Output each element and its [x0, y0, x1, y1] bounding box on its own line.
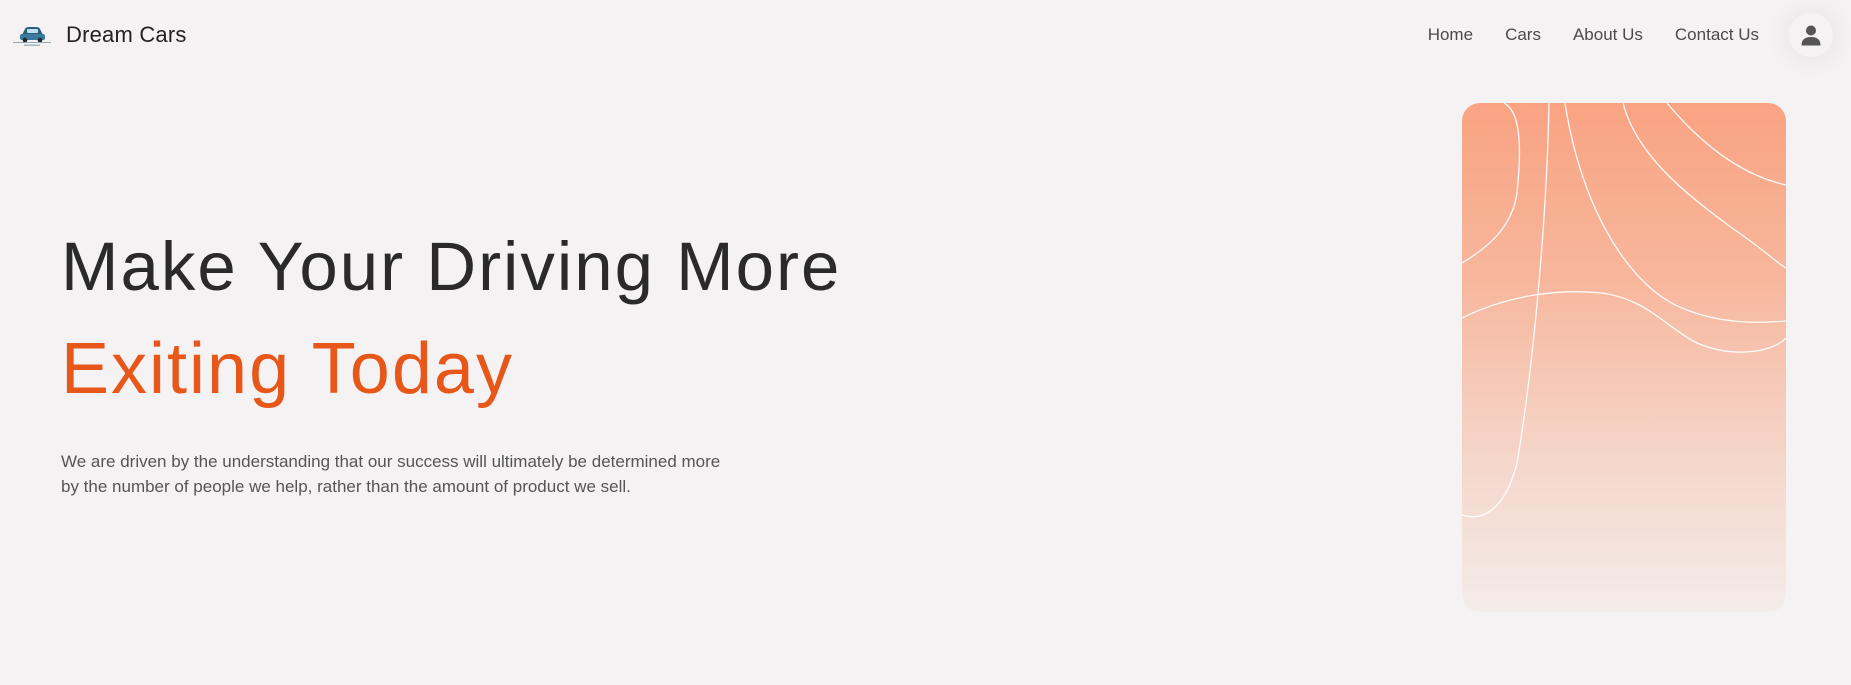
brand-name: Dream Cars	[66, 22, 187, 47]
decorative-wave-lines	[1462, 103, 1786, 518]
car-logo-icon	[13, 27, 51, 46]
hero-headline-line1: Make Your Driving More	[61, 228, 842, 305]
nav-links: Home Cars About Us Contact Us	[1412, 19, 1775, 51]
user-icon	[1801, 25, 1821, 46]
hero-description: We are driven by the understanding that …	[61, 452, 721, 496]
nav-item-contact-us: Contact Us	[1659, 19, 1775, 51]
nav-item-home: Home	[1412, 19, 1489, 51]
nav-link-home[interactable]: Home	[1412, 19, 1489, 51]
nav-item-cars: Cars	[1489, 19, 1557, 51]
brand-link[interactable]: Dream Cars	[12, 22, 187, 48]
nav-link-about-us[interactable]: About Us	[1557, 19, 1659, 51]
hero-gradient-card	[1462, 103, 1786, 612]
nav-link-contact-us[interactable]: Contact Us	[1659, 19, 1775, 51]
navbar: Dream Cars Home Cars About Us Contact Us	[0, 0, 1851, 70]
nav-item-about-us: About Us	[1557, 19, 1659, 51]
nav-link-cars[interactable]: Cars	[1489, 19, 1557, 51]
user-account-button[interactable]	[1789, 13, 1833, 57]
hero-section: Make Your Driving More Exiting Today We …	[61, 225, 961, 499]
hero-headline-line2: Exiting Today	[61, 329, 514, 409]
nav-right: Home Cars About Us Contact Us	[1412, 13, 1833, 57]
page: Dream Cars Home Cars About Us Contact Us…	[0, 0, 1851, 685]
